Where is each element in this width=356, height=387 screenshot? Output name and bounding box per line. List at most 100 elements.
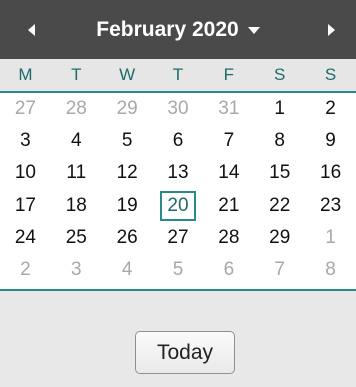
day-cell[interactable]: 7 bbox=[254, 254, 305, 286]
weekday-label: W bbox=[119, 65, 136, 84]
day-number: 25 bbox=[65, 226, 87, 248]
triangle-left-icon bbox=[27, 23, 35, 36]
day-number: 11 bbox=[66, 162, 87, 184]
day-cell[interactable]: 27 bbox=[0, 93, 51, 125]
weekday-label: M bbox=[18, 65, 33, 84]
day-number: 28 bbox=[65, 98, 87, 120]
day-number: 7 bbox=[223, 130, 235, 152]
day-number: 20 bbox=[167, 194, 189, 216]
day-number: 7 bbox=[274, 258, 285, 280]
day-cell[interactable]: 11 bbox=[51, 157, 102, 189]
day-cell[interactable]: 13 bbox=[153, 157, 204, 189]
day-number: 10 bbox=[14, 162, 36, 184]
day-number: 22 bbox=[269, 194, 291, 216]
day-number: 23 bbox=[320, 194, 342, 216]
day-number: 4 bbox=[121, 258, 133, 280]
triangle-right-icon bbox=[327, 23, 335, 36]
day-cell[interactable]: 6 bbox=[153, 125, 204, 157]
day-cell[interactable]: 31 bbox=[203, 93, 254, 125]
day-number: 9 bbox=[325, 130, 336, 152]
day-cell[interactable]: 8 bbox=[254, 125, 305, 157]
today-button[interactable]: Today bbox=[135, 331, 235, 374]
day-cell[interactable]: 1 bbox=[254, 93, 305, 125]
day-cell[interactable]: 19 bbox=[102, 190, 153, 222]
day-cell[interactable]: 23 bbox=[305, 190, 356, 222]
weekday-label: S bbox=[274, 65, 286, 84]
month-year-title: February 2020 bbox=[96, 17, 239, 41]
day-number: 4 bbox=[70, 130, 82, 152]
day-number: 8 bbox=[274, 130, 285, 152]
day-cell[interactable]: 2 bbox=[305, 93, 356, 125]
day-cell[interactable]: 12 bbox=[102, 157, 153, 189]
day-number: 14 bbox=[218, 162, 240, 184]
previous-month-button[interactable] bbox=[8, 0, 54, 59]
day-cell[interactable]: 30 bbox=[153, 93, 204, 125]
day-cell[interactable]: 16 bbox=[305, 157, 356, 189]
day-cell[interactable]: 28 bbox=[203, 222, 254, 254]
day-number: 29 bbox=[269, 226, 291, 248]
day-number: 1 bbox=[325, 226, 336, 248]
day-cell[interactable]: 4 bbox=[51, 125, 102, 157]
date-picker-calendar: February 2020 M T W T F S S 27 28 29 30 31 1 2… bbox=[0, 0, 356, 387]
day-cell[interactable]: 10 bbox=[0, 157, 51, 189]
day-cell[interactable]: 29 bbox=[254, 222, 305, 254]
weekday-label: F bbox=[223, 65, 235, 84]
day-cell[interactable]: 2 bbox=[0, 254, 51, 286]
day-cell[interactable]: 7 bbox=[203, 125, 254, 157]
day-number: 5 bbox=[121, 130, 133, 152]
triangle-down-icon bbox=[247, 27, 260, 34]
day-cell[interactable]: 26 bbox=[102, 222, 153, 254]
month-year-selector[interactable]: February 2020 bbox=[60, 0, 296, 59]
day-cell[interactable]: 9 bbox=[305, 125, 356, 157]
weekday-label: T bbox=[172, 65, 184, 84]
day-number: 13 bbox=[167, 162, 189, 184]
day-cell[interactable]: 28 bbox=[51, 93, 102, 125]
day-number: 3 bbox=[20, 130, 31, 152]
day-cell[interactable]: 15 bbox=[254, 157, 305, 189]
day-cell[interactable]: 17 bbox=[0, 190, 51, 222]
day-number: 21 bbox=[218, 194, 240, 216]
day-number: 27 bbox=[14, 98, 36, 120]
day-cell[interactable]: 27 bbox=[153, 222, 204, 254]
day-cell[interactable]: 22 bbox=[254, 190, 305, 222]
day-number: 8 bbox=[325, 258, 336, 280]
day-number: 12 bbox=[116, 162, 138, 184]
day-cell[interactable]: 4 bbox=[102, 254, 153, 286]
day-number: 28 bbox=[218, 226, 240, 248]
day-number: 6 bbox=[172, 130, 184, 152]
day-number: 3 bbox=[70, 258, 82, 280]
calendar-footer: Today bbox=[0, 289, 356, 387]
weekday-label: T bbox=[71, 65, 82, 84]
day-cell[interactable]: 18 bbox=[51, 190, 102, 222]
day-number: 2 bbox=[20, 258, 31, 280]
day-cell[interactable]: 25 bbox=[51, 222, 102, 254]
day-number: 6 bbox=[223, 258, 235, 280]
day-cell[interactable]: 6 bbox=[203, 254, 254, 286]
day-number: 2 bbox=[325, 98, 336, 120]
day-cell[interactable]: 21 bbox=[203, 190, 254, 222]
day-number: 31 bbox=[218, 98, 240, 120]
day-number: 17 bbox=[14, 194, 36, 216]
day-cell[interactable]: 1 bbox=[305, 222, 356, 254]
day-cell[interactable]: 24 bbox=[0, 222, 51, 254]
day-cell[interactable]: 3 bbox=[51, 254, 102, 286]
day-number: 24 bbox=[14, 226, 36, 248]
next-month-button[interactable] bbox=[308, 0, 354, 59]
calendar-header: February 2020 bbox=[0, 0, 356, 59]
day-cell[interactable]: 8 bbox=[305, 254, 356, 286]
day-cell[interactable]: 5 bbox=[153, 254, 204, 286]
day-number: 30 bbox=[167, 98, 189, 120]
day-number: 19 bbox=[116, 194, 138, 216]
day-cell-today[interactable]: 20 bbox=[153, 190, 204, 222]
day-number: 5 bbox=[172, 258, 184, 280]
day-cell[interactable]: 3 bbox=[0, 125, 51, 157]
day-cell[interactable]: 14 bbox=[203, 157, 254, 189]
day-number: 1 bbox=[274, 98, 285, 120]
weekday-label: S bbox=[324, 65, 337, 84]
weekday-header-row: M T W T F S S bbox=[0, 59, 356, 93]
day-cell[interactable]: 5 bbox=[102, 125, 153, 157]
day-number: 16 bbox=[320, 162, 342, 184]
day-number: 18 bbox=[65, 194, 87, 216]
day-cell[interactable]: 29 bbox=[102, 93, 153, 125]
day-number: 29 bbox=[116, 98, 138, 120]
